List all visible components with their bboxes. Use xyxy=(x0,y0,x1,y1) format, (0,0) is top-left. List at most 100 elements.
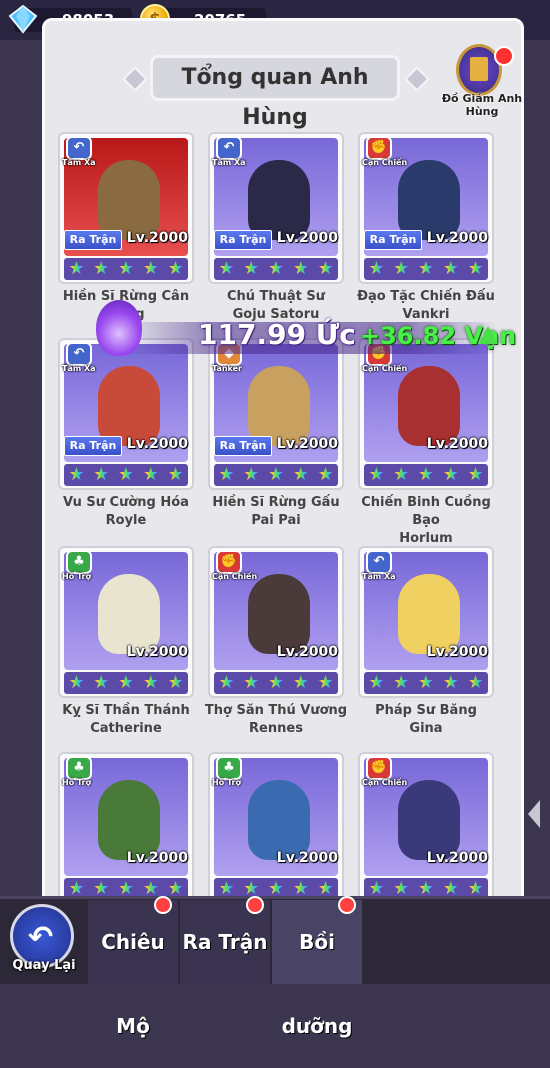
hero-level: Lv.2000 xyxy=(426,850,488,866)
star-icon: ★ xyxy=(368,672,385,693)
combat-power-value: 117.99 Ức xyxy=(198,318,356,351)
hero-card[interactable]: ◆TankerRa TrậnLv.2000★★★★★ xyxy=(208,338,344,490)
hero-figure xyxy=(98,366,160,446)
tab-recruit[interactable]: Chiêu Mộ xyxy=(88,896,178,1038)
role-badge: ♣ Hỗ Trợ xyxy=(62,550,96,584)
role-label: Hỗ Trợ xyxy=(62,778,91,787)
star-icon: ★ xyxy=(442,464,459,485)
star-icon: ★ xyxy=(267,464,285,485)
role-label: Tầm Xa xyxy=(212,158,246,167)
hero-name: Đạo Tặc Chiến Đấu Vankri xyxy=(346,288,506,324)
hero-name: Pháp Sư Băng Gina xyxy=(346,702,506,738)
hero-dex-button[interactable]: Đồ Giám Anh Hùng xyxy=(438,44,522,118)
star-rating: ★ ★ ★ ★ ★ xyxy=(64,464,188,486)
role-label: Cận Chiến xyxy=(362,778,408,787)
back-button[interactable]: ↶ Quay Lại xyxy=(8,904,78,980)
melee-role-icon: ✊ xyxy=(366,756,392,780)
star-icon: ★ xyxy=(317,672,334,693)
star-icon: ★ xyxy=(93,258,110,279)
star-icon: ★ xyxy=(417,464,435,485)
star-icon: ★ xyxy=(442,258,459,279)
hero-given-name: Pai Pai xyxy=(251,513,301,528)
support-role-icon: ♣ xyxy=(66,550,92,574)
tab-deploy[interactable]: Ra Trận xyxy=(180,896,270,984)
star-icon: ★ xyxy=(117,464,135,485)
star-icon: ★ xyxy=(393,672,410,693)
star-icon: ★ xyxy=(417,258,435,279)
blue-diamond-icon xyxy=(8,4,38,34)
purple-flame-icon xyxy=(96,300,142,356)
deployed-badge: Ra Trận xyxy=(364,230,422,250)
hero-figure xyxy=(248,366,310,446)
role-label: Tầm Xa xyxy=(62,158,96,167)
hero-card[interactable]: ✊Cận Chiến Lv.2000 ★ ★ ★ ★ ★ xyxy=(208,546,344,698)
hero-card[interactable]: ↶ Tầm Xa Ra Trận Lv.2000 ★ ★ ★ ★ ★ xyxy=(208,132,344,284)
star-icon: ★ xyxy=(292,464,309,485)
star-icon: ★ xyxy=(68,672,85,693)
role-badge: ✊Cận Chiến xyxy=(212,550,257,584)
star-icon: ★ xyxy=(243,672,260,693)
page-title: Tổng quan Anh Hùng xyxy=(150,55,400,130)
ranged-role-icon: ↶ xyxy=(216,136,242,160)
hero-level: Lv.2000 xyxy=(276,850,338,866)
star-icon: ★ xyxy=(167,672,184,693)
hero-figure xyxy=(98,780,160,860)
star-icon: ★ xyxy=(317,258,334,279)
dex-label: Đồ Giám Anh Hùng xyxy=(441,92,523,118)
hero-figure xyxy=(248,574,310,654)
deployed-badge: Ra Trận xyxy=(64,436,122,456)
star-rating: ★ ★ ★ ★ ★ xyxy=(364,464,488,486)
hero-given-name: Gina xyxy=(409,721,443,736)
deployed-badge: Ra Trận xyxy=(214,230,272,250)
star-icon: ★ xyxy=(142,672,159,693)
tab-cultivate-label: Bồi dưỡng xyxy=(281,930,353,1038)
star-icon: ★ xyxy=(467,258,484,279)
tab-recruit-label: Chiêu Mộ xyxy=(101,930,165,1038)
hero-card[interactable]: ✊ Cận Chiến Ra Trận Lv.2000 ★ ★ ★ ★ ★ xyxy=(358,132,494,284)
hero-card[interactable]: ✊Cận ChiếnLv.2000★★★★★ xyxy=(358,752,494,904)
hero-name: Hiền Sĩ Rừng Gấu Pai Pai xyxy=(196,494,356,530)
star-rating: ★ ★ ★ ★ ★ xyxy=(364,672,488,694)
hero-card[interactable]: ↶ Tầm Xa Ra Trận Lv.2000 ★ ★ ★ ★ ★ xyxy=(58,132,194,284)
star-icon: ★ xyxy=(368,258,385,279)
hero-card[interactable]: ✊Cận ChiếnLv.2000★★★★★ xyxy=(358,338,494,490)
role-label: Cận Chiến xyxy=(212,572,258,581)
hero-card[interactable]: ↶ Tầm Xa Ra Trận Lv.2000 ★ ★ ★ ★ ★ xyxy=(58,338,194,490)
hero-level: Lv.2000 xyxy=(276,644,338,660)
hero-title: Thợ Săn Thú Vương xyxy=(204,703,348,718)
side-arrow-icon[interactable] xyxy=(528,800,540,828)
hero-level: Lv.2000 xyxy=(426,230,488,246)
star-icon: ★ xyxy=(267,672,285,693)
star-rating: ★ ★ ★ ★ ★ xyxy=(64,672,188,694)
support-role-icon: ♣ xyxy=(216,756,242,780)
notification-dot xyxy=(246,896,264,914)
back-arrow-icon: ↶ xyxy=(28,920,54,955)
hero-given-name: Royle xyxy=(105,513,147,528)
hero-card[interactable]: ♣ Hỗ Trợ Lv.2000 ★ ★ ★ ★ ★ xyxy=(208,752,344,904)
hero-level: Lv.2000 xyxy=(126,644,188,660)
star-icon: ★ xyxy=(167,464,184,485)
star-icon: ★ xyxy=(442,672,459,693)
star-icon: ★ xyxy=(218,672,235,693)
hero-card[interactable]: ♣ Hỗ Trợ Lv.2000 ★ ★ ★ ★ ★ xyxy=(58,546,194,698)
star-rating: ★ ★ ★ ★ ★ xyxy=(214,258,338,280)
tab-cultivate[interactable]: Bồi dưỡng xyxy=(272,896,362,1038)
star-icon: ★ xyxy=(218,258,235,279)
role-badge: ↶ Tầm Xa xyxy=(212,136,246,170)
role-badge: ↶ Tầm Xa xyxy=(62,342,96,376)
hero-figure xyxy=(98,160,160,240)
hero-title: Hiền Sĩ Rừng Gấu xyxy=(212,495,340,510)
hero-figure xyxy=(248,780,310,860)
hero-figure xyxy=(398,574,460,654)
star-icon: ★ xyxy=(417,672,435,693)
hero-level: Lv.2000 xyxy=(276,436,338,452)
hero-card[interactable]: ↶ Tầm Xa Lv.2000 ★ ★ ★ ★ ★ xyxy=(358,546,494,698)
melee-role-icon: ✊ xyxy=(366,136,392,160)
hero-figure xyxy=(98,574,160,654)
star-icon: ★ xyxy=(68,258,85,279)
role-label: Hỗ Trợ xyxy=(212,778,241,787)
star-icon: ★ xyxy=(292,672,309,693)
hero-card[interactable]: ♣ Hỗ Trợ Lv.2000 ★ ★ ★ ★ ★ xyxy=(58,752,194,904)
ranged-role-icon: ↶ xyxy=(66,342,92,366)
hero-name: Vu Sư Cường Hóa Royle xyxy=(46,494,206,530)
